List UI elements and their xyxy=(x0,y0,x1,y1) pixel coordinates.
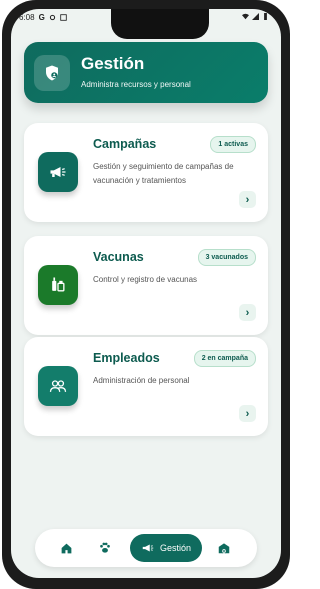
card-description: Gestión y seguimiento de campañas de vac… xyxy=(93,162,234,185)
bottom-navigation: Gestión xyxy=(35,529,257,567)
card-description: Control y registro de vacunas xyxy=(93,275,198,284)
battery-icon xyxy=(264,13,267,20)
google-icon: G xyxy=(38,13,45,22)
status-time: 6:08 xyxy=(19,13,35,22)
card-title: Campañas xyxy=(93,137,157,151)
card-vacunas[interactable]: Vacunas 3 vacunados Control y registro d… xyxy=(24,236,268,335)
nav-item-gestion[interactable]: Gestión xyxy=(130,534,202,562)
phone-frame: 6:08 G Gestión Administra recursos y per… xyxy=(2,0,290,589)
card-empleados[interactable]: Empleados 2 en campaña Administración de… xyxy=(24,337,268,436)
page-subtitle: Administra recursos y personal xyxy=(81,80,191,89)
people-icon xyxy=(38,366,78,406)
shield-user-icon xyxy=(34,55,70,91)
page-title: Gestión xyxy=(81,54,145,73)
status-bar: 6:08 G xyxy=(11,13,281,27)
paw-icon[interactable] xyxy=(96,539,114,557)
card-campanas[interactable]: Campañas 1 activas Gestión y seguimiento… xyxy=(24,123,268,222)
card-description: Administración de personal xyxy=(93,376,190,385)
syringe-icon xyxy=(38,265,78,305)
status-badge: 2 en campaña xyxy=(193,350,256,367)
header-banner: Gestión Administra recursos y personal xyxy=(24,42,268,103)
status-badge: 1 activas xyxy=(210,136,256,153)
chevron-right-icon[interactable]: › xyxy=(239,405,256,422)
nav-item-label: Gestión xyxy=(159,543,192,553)
home-icon[interactable] xyxy=(57,539,75,557)
gear-icon xyxy=(49,14,55,21)
app-screen: 6:08 G Gestión Administra recursos y per… xyxy=(11,9,281,578)
card-title: Vacunas xyxy=(93,250,144,264)
chevron-right-icon[interactable]: › xyxy=(239,304,256,321)
chevron-right-icon[interactable]: › xyxy=(239,191,256,208)
status-badge: 3 vacunados xyxy=(197,249,256,266)
megaphone-icon xyxy=(142,544,154,552)
a-icon xyxy=(60,14,67,21)
barn-icon[interactable] xyxy=(215,539,233,557)
wifi-icon xyxy=(242,13,249,20)
signal-icon xyxy=(252,13,259,20)
megaphone-icon xyxy=(38,152,78,192)
card-title: Empleados xyxy=(93,351,160,365)
